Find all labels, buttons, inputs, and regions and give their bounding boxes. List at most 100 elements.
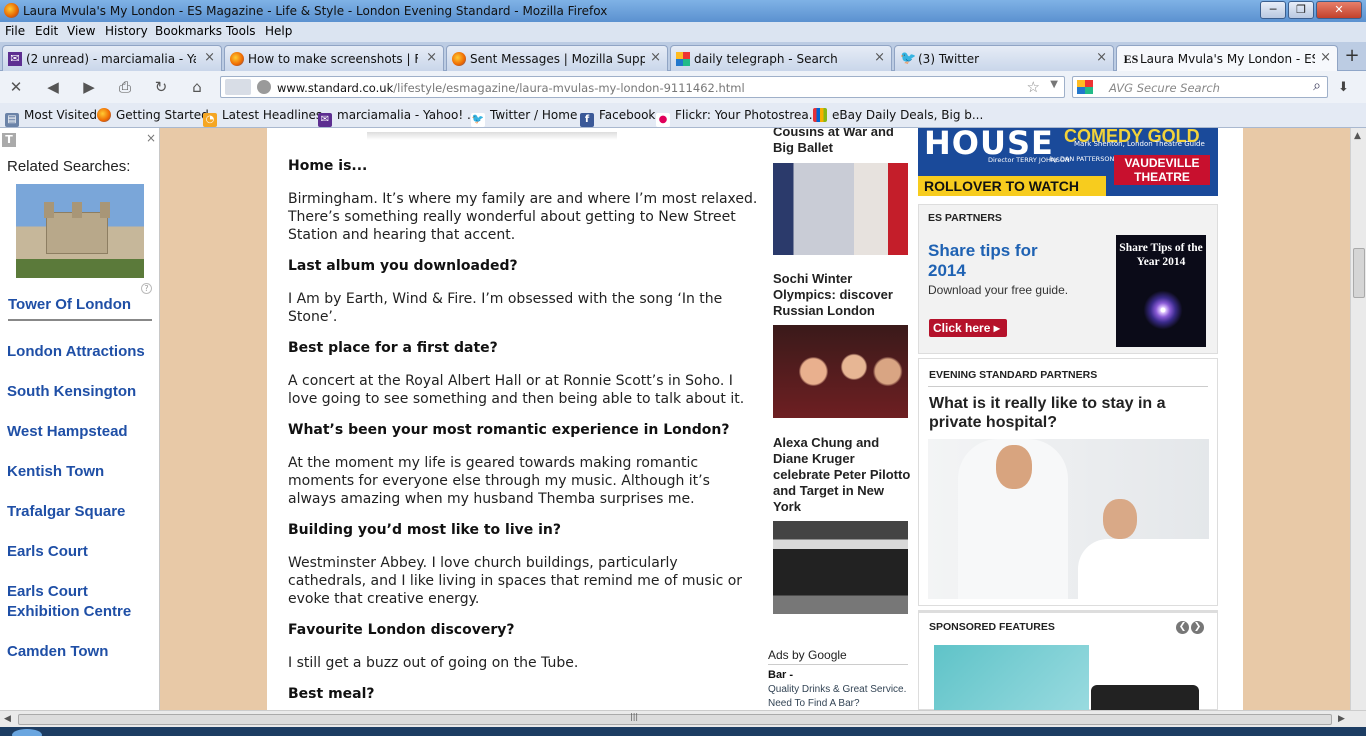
story-headline-link[interactable]: Cousins at War and Big Ballet: [773, 128, 911, 156]
tab-screenshots[interactable]: How to make screenshots | Firef... ×: [224, 45, 444, 71]
close-tab-icon[interactable]: ×: [874, 50, 885, 65]
bookmark-most-visited[interactable]: ▤ Most Visited: [5, 108, 97, 127]
sponsored-device-image[interactable]: [1091, 685, 1199, 710]
scroll-left-icon[interactable]: ◀: [4, 714, 11, 724]
related-link-london-attractions[interactable]: London Attractions: [7, 342, 145, 362]
related-searches-panel: T × Related Searches: ? Tower Of London …: [0, 128, 160, 710]
related-link-south-kensington[interactable]: South Kensington: [7, 382, 136, 402]
maximize-button[interactable]: ❐: [1288, 1, 1314, 19]
bookmark-label: Flickr: Your Photostrea...: [675, 108, 821, 122]
print-icon[interactable]: ⎙: [114, 77, 136, 97]
related-link-kentish-town[interactable]: Kentish Town: [7, 462, 104, 482]
related-link-west-hampstead[interactable]: West Hampstead: [7, 422, 128, 442]
ad-description[interactable]: Quality Drinks & Great Service. Need To …: [768, 683, 913, 710]
horizontal-scrollbar[interactable]: ◀ ||| ▶: [0, 710, 1366, 727]
tab-twitter[interactable]: 🐦 (3) Twitter ×: [894, 45, 1114, 71]
sponsored-feature-image[interactable]: [934, 645, 1089, 710]
url-bar[interactable]: www.standard.co.uk/lifestyle/esmagazine/…: [220, 76, 1065, 98]
menu-help[interactable]: Help: [265, 24, 292, 38]
back-icon[interactable]: ◀: [42, 77, 64, 97]
close-tab-icon[interactable]: ×: [1320, 50, 1331, 65]
avg-search-engine-icon[interactable]: [1077, 80, 1093, 94]
doctor-head: [996, 445, 1032, 489]
previous-arrow-icon[interactable]: ❮: [1176, 621, 1189, 634]
close-panel-icon[interactable]: ×: [146, 131, 156, 145]
stop-icon[interactable]: ✕: [5, 77, 27, 97]
related-link-camden-town[interactable]: Camden Town: [7, 642, 108, 662]
tab-label: daily telegraph - Search: [694, 52, 838, 66]
related-link-earls-court[interactable]: Earls Court: [7, 542, 88, 562]
question-heading: Best place for a first date?: [288, 340, 498, 356]
tab-yahoo-mail[interactable]: ✉ (2 unread) - marciamalia - Yaho... ×: [2, 45, 222, 71]
tab-telegraph-search[interactable]: daily telegraph - Search ×: [670, 45, 892, 71]
click-here-button[interactable]: Click here ▸: [929, 319, 1007, 337]
horizontal-scroll-thumb[interactable]: [18, 714, 1332, 725]
bookmark-flickr[interactable]: ● Flickr: Your Photostrea...: [656, 108, 820, 127]
private-hospital-link[interactable]: What is it really like to stay in a priv…: [929, 394, 1209, 432]
tab-evening-standard[interactable]: ES Laura Mvula's My London - ES ... ×: [1116, 45, 1338, 71]
divider: [8, 319, 152, 321]
search-icon[interactable]: ⌕: [1313, 78, 1321, 94]
home-icon[interactable]: ⌂: [186, 77, 208, 97]
alexa-chung-image[interactable]: [773, 521, 908, 614]
tab-sent-messages[interactable]: Sent Messages | Mozilla Support ×: [446, 45, 668, 71]
bookmark-label: marciamalia - Yahoo! ...: [337, 108, 479, 122]
menu-history[interactable]: History: [105, 24, 148, 38]
bookmark-yahoo[interactable]: ✉ marciamalia - Yahoo! ...: [318, 108, 478, 127]
related-link-trafalgar-square[interactable]: Trafalgar Square: [7, 502, 125, 522]
evening-standard-partners-header: EVENING STANDARD PARTNERS: [929, 369, 1098, 381]
tab-label: Sent Messages | Mozilla Support: [470, 52, 645, 66]
menu-bookmarks[interactable]: Bookmarks: [155, 24, 222, 38]
start-button-icon[interactable]: [12, 729, 42, 736]
question-heading: Home is...: [288, 158, 368, 174]
sochi-party-image[interactable]: [773, 325, 908, 418]
bookmark-ebay[interactable]: eBay Daily Deals, Big b...: [813, 108, 983, 122]
related-stories-column: Cousins at War and Big Ballet Sochi Wint…: [763, 128, 913, 710]
menu-file[interactable]: File: [5, 24, 25, 38]
scroll-right-icon[interactable]: ▶: [1338, 714, 1345, 724]
close-tab-icon[interactable]: ×: [426, 50, 437, 65]
close-tab-icon[interactable]: ×: [650, 50, 661, 65]
doctor-patient-image[interactable]: [928, 439, 1209, 599]
menu-view[interactable]: View: [67, 24, 95, 38]
minimize-button[interactable]: ─: [1260, 1, 1286, 19]
scroll-up-icon[interactable]: ▲: [1354, 131, 1361, 141]
reload-icon[interactable]: ↻: [150, 77, 172, 97]
story-headline-link[interactable]: Sochi Winter Olympics: discover Russian …: [773, 271, 911, 319]
bookmark-latest-headlines[interactable]: ◔ Latest Headlines: [203, 108, 322, 127]
menu-edit[interactable]: Edit: [35, 24, 58, 38]
bookmark-star-icon[interactable]: ☆: [1027, 78, 1040, 96]
url-text[interactable]: www.standard.co.uk/lifestyle/esmagazine/…: [277, 81, 745, 95]
forward-icon[interactable]: ▶: [78, 77, 100, 97]
bookmark-twitter[interactable]: 🐦 Twitter / Home: [471, 108, 577, 127]
tower-of-london-image[interactable]: [16, 184, 144, 278]
related-link-tower-of-london[interactable]: Tower Of London: [8, 295, 131, 315]
new-tab-button[interactable]: +: [1342, 47, 1362, 67]
related-link-earls-court-exhibition-centre[interactable]: Earls Court Exhibition Centre: [7, 582, 147, 622]
close-tab-icon[interactable]: ×: [204, 50, 215, 65]
ad-title-link[interactable]: Bar -: [768, 669, 793, 681]
rollover-to-watch-button[interactable]: ROLLOVER TO WATCH: [918, 176, 1106, 196]
window-titlebar: Laura Mvula's My London - ES Magazine - …: [0, 0, 1366, 22]
firefox-icon: [97, 108, 111, 122]
bookmark-getting-started[interactable]: Getting Started: [97, 108, 209, 122]
url-dropdown-icon[interactable]: ▼: [1050, 79, 1058, 90]
share-tips-image-title: Share Tips of the Year 2014: [1119, 242, 1203, 268]
ads-by-google-label[interactable]: Ads by Google: [768, 648, 847, 662]
share-tips-image[interactable]: Share Tips of the Year 2014: [1116, 235, 1206, 347]
search-bar[interactable]: AVG Secure Search ⌕: [1072, 76, 1328, 98]
close-tab-icon[interactable]: ×: [1096, 50, 1107, 65]
story-headline-link[interactable]: Alexa Chung and Diane Kruger celebrate P…: [773, 435, 911, 515]
site-identity-icon[interactable]: [225, 79, 251, 95]
close-window-button[interactable]: ✕: [1316, 1, 1362, 19]
help-icon[interactable]: ?: [141, 283, 152, 294]
bookmark-facebook[interactable]: f Facebook: [580, 108, 655, 127]
downloads-arrow-icon[interactable]: ⬇: [1338, 80, 1349, 95]
theatre-banner-ad[interactable]: HOUSE COMEDY GOLD Mark Shenton, London T…: [918, 128, 1218, 196]
vertical-scrollbar[interactable]: ▲: [1350, 128, 1366, 710]
next-arrow-icon[interactable]: ❯: [1191, 621, 1204, 634]
share-tips-link[interactable]: Share tips for 2014: [928, 241, 1038, 281]
menu-tools[interactable]: Tools: [226, 24, 256, 38]
big-ballet-image[interactable]: [773, 163, 908, 255]
vertical-scroll-thumb[interactable]: [1353, 248, 1365, 298]
